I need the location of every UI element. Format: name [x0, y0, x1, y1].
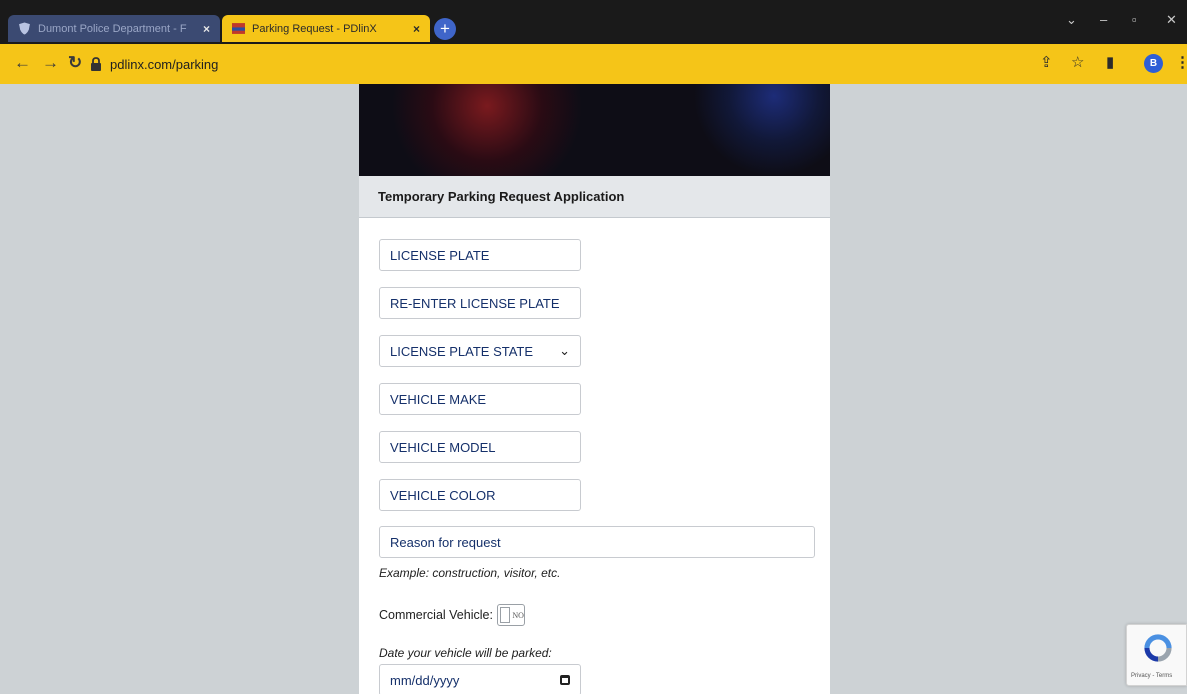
tab-title: Dumont Police Department - F	[38, 22, 187, 35]
close-tab-icon[interactable]: ×	[203, 22, 210, 36]
tab-parking-request[interactable]: Parking Request - PDlinX ×	[222, 15, 430, 42]
park-date-label: Date your vehicle will be parked:	[379, 646, 552, 660]
recaptcha-logo-icon	[1144, 634, 1172, 662]
park-date-input[interactable]: mm/dd/yyyy	[379, 664, 581, 694]
commercial-vehicle-toggle[interactable]: NO	[496, 604, 525, 626]
back-icon[interactable]: ←	[14, 53, 31, 73]
side-panel-icon[interactable]: ▮	[1106, 54, 1114, 72]
form-title: Temporary Parking Request Application	[359, 176, 830, 218]
menu-icon[interactable]: ⋮	[1175, 54, 1187, 72]
profile-avatar[interactable]: B	[1144, 54, 1163, 73]
toggle-knob	[499, 607, 511, 623]
restore-icon[interactable]: ▫	[1132, 12, 1137, 27]
close-tab-icon[interactable]: ×	[413, 22, 420, 36]
license-plate-state-select[interactable]: LICENSE PLATE STATE ⌄	[379, 335, 581, 367]
page-content: Temporary Parking Request Application LI…	[0, 84, 1187, 694]
share-icon[interactable]: ⇪	[1040, 54, 1053, 72]
recaptcha-badge[interactable]: Privacy - Terms	[1126, 624, 1187, 686]
commercial-vehicle-row: Commercial Vehicle: NO	[379, 604, 525, 626]
date-placeholder: mm/dd/yyyy	[390, 672, 460, 688]
license-plate-input[interactable]: LICENSE PLATE	[379, 239, 581, 271]
calendar-icon[interactable]	[560, 675, 570, 685]
minimize-icon[interactable]: –	[1100, 12, 1107, 27]
select-value: LICENSE PLATE STATE	[390, 343, 534, 359]
header-banner-image	[359, 84, 830, 176]
police-badge-icon	[19, 22, 30, 35]
commercial-vehicle-label: Commercial Vehicle:	[379, 608, 493, 622]
reason-hint: Example: construction, visitor, etc.	[379, 566, 561, 580]
tab-title: Parking Request - PDlinX	[252, 22, 377, 35]
star-icon[interactable]: ☆	[1071, 54, 1084, 72]
tab-search-icon[interactable]: ⌄	[1066, 12, 1077, 28]
url-text: pdlinx.com/parking	[110, 56, 219, 72]
recaptcha-privacy-terms[interactable]: Privacy - Terms	[1131, 673, 1172, 679]
toggle-state-text: NO	[512, 610, 524, 620]
new-tab-button[interactable]: +	[434, 18, 456, 40]
tab-dumont-police[interactable]: Dumont Police Department - F ×	[8, 15, 220, 42]
forward-icon[interactable]: →	[42, 53, 59, 73]
reason-for-request-input[interactable]: Reason for request	[379, 526, 815, 558]
vehicle-color-input[interactable]: VEHICLE COLOR	[379, 479, 581, 511]
form-panel: Temporary Parking Request Application LI…	[359, 84, 830, 694]
close-window-icon[interactable]: ✕	[1166, 12, 1177, 28]
reenter-license-plate-input[interactable]: RE-ENTER LICENSE PLATE	[379, 287, 581, 319]
browser-toolbar: ← → ↻ pdlinx.com/parking ⇪ ☆ ▮ B ⋮	[0, 44, 1187, 84]
vehicle-model-input[interactable]: VEHICLE MODEL	[379, 431, 581, 463]
vehicle-make-input[interactable]: VEHICLE MAKE	[379, 383, 581, 415]
browser-tab-strip: Dumont Police Department - F × Parking R…	[0, 0, 1187, 44]
pdlinx-logo-icon	[232, 23, 245, 34]
lock-icon	[91, 57, 101, 71]
address-bar[interactable]: pdlinx.com/parking	[90, 50, 1172, 78]
chevron-down-icon: ⌄	[559, 343, 570, 358]
reload-icon[interactable]: ↻	[68, 53, 82, 73]
